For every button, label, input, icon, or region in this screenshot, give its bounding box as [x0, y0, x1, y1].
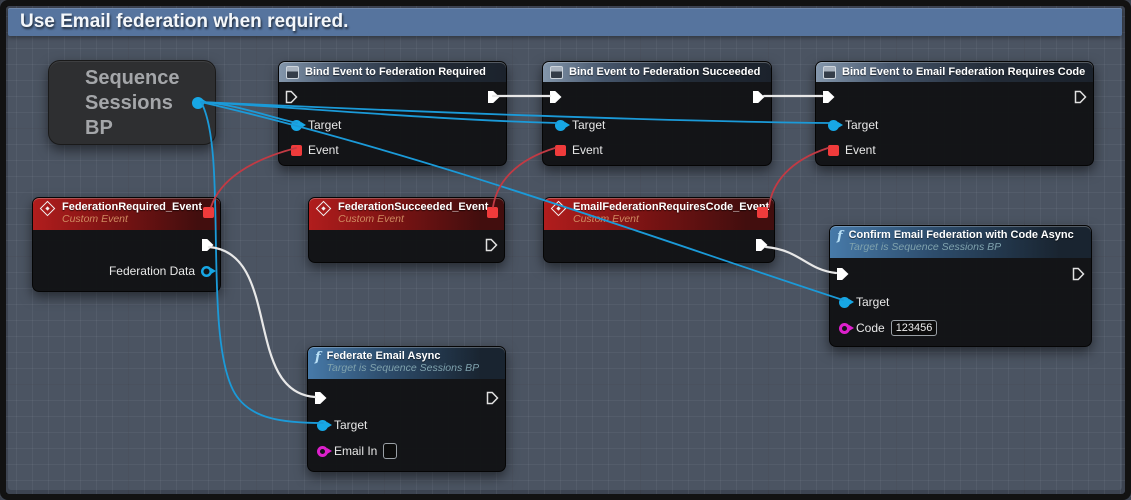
node-title: FederationSucceeded_Event	[338, 201, 489, 213]
comment-title: Use Email federation when required.	[20, 11, 349, 32]
delegate-output-pin[interactable]	[487, 207, 498, 218]
node-title: FederationRequired_Event	[62, 201, 202, 213]
delegate-output-pin[interactable]	[203, 207, 214, 218]
exec-output-pin[interactable]	[487, 90, 500, 104]
target-input-pin[interactable]	[828, 119, 843, 131]
node-title: Bind Event to Federation Required	[305, 66, 486, 78]
pin-label-target: Target	[845, 118, 879, 132]
custom-event-icon	[315, 200, 332, 217]
target-input-pin[interactable]	[291, 119, 306, 131]
pin-label-event: Event	[572, 143, 603, 157]
node-subtitle: Custom Event	[62, 213, 128, 225]
blueprint-graph-canvas[interactable]: Use Email federation when required. Sequ…	[0, 0, 1131, 500]
pin-label-code: Code	[856, 321, 885, 335]
event-delegate-input-pin[interactable]	[291, 144, 302, 156]
code-string-input-pin[interactable]	[839, 323, 854, 334]
exec-output-pin[interactable]	[1072, 267, 1085, 281]
node-subtitle: Custom Event	[573, 213, 639, 225]
target-input-pin[interactable]	[317, 419, 332, 431]
exec-output-pin[interactable]	[485, 238, 498, 252]
node-title: Bind Event to Email Federation Requires …	[842, 66, 1086, 78]
event-delegate-input-pin[interactable]	[828, 144, 839, 156]
pin-label-target: Target	[334, 418, 368, 432]
node-bind-event-to-federation-succeeded[interactable]: Bind Event to Federation Succeeded Targe…	[542, 61, 772, 166]
node-confirm-email-federation-with-code-async[interactable]: f Confirm Email Federation with Code Asy…	[829, 225, 1092, 347]
bind-event-icon	[823, 65, 836, 79]
node-sequence-sessions-bp[interactable]: Sequence Sessions BP	[48, 60, 216, 145]
pin-label-federation-data: Federation Data	[108, 264, 195, 278]
bind-event-icon	[286, 65, 299, 79]
node-email-federation-requires-code-event[interactable]: EmailFederationRequiresCode_Event Custom…	[543, 197, 775, 263]
pin-label-event: Event	[308, 143, 339, 157]
node-header: f Federate Email Async Target is Sequenc…	[308, 347, 505, 379]
custom-event-icon	[550, 200, 567, 217]
federation-data-output-pin[interactable]	[201, 266, 216, 277]
node-header: Bind Event to Email Federation Requires …	[816, 62, 1093, 82]
exec-output-pin[interactable]	[486, 391, 499, 405]
node-federation-succeeded-event[interactable]: FederationSucceeded_Event Custom Event	[308, 197, 505, 263]
node-subtitle: Target is Sequence Sessions BP	[326, 362, 480, 374]
pin-label-target: Target	[308, 118, 342, 132]
exec-input-pin[interactable]	[549, 90, 562, 104]
delegate-output-pin[interactable]	[757, 207, 768, 218]
bind-event-icon	[550, 65, 563, 79]
exec-input-pin[interactable]	[822, 90, 835, 104]
target-input-pin[interactable]	[839, 296, 854, 308]
node-federate-email-async[interactable]: f Federate Email Async Target is Sequenc…	[307, 346, 506, 472]
pin-label-target: Target	[572, 118, 606, 132]
code-input-field[interactable]: 123456	[890, 320, 938, 336]
comment-box-titlebar[interactable]: Use Email federation when required.	[8, 8, 1122, 36]
email-input-field[interactable]	[383, 443, 398, 459]
pin-label-event: Event	[845, 143, 876, 157]
node-header: EmailFederationRequiresCode_Event Custom…	[544, 198, 774, 230]
exec-output-pin[interactable]	[201, 238, 214, 252]
object-output-pin[interactable]	[192, 97, 207, 109]
node-title: EmailFederationRequiresCode_Event	[573, 201, 770, 213]
exec-input-pin[interactable]	[836, 267, 849, 281]
pin-label-target: Target	[856, 295, 890, 309]
function-icon: f	[837, 229, 843, 244]
node-bind-event-to-federation-required[interactable]: Bind Event to Federation Required Target…	[278, 61, 507, 166]
email-in-string-input-pin[interactable]	[317, 446, 332, 457]
exec-output-pin[interactable]	[752, 90, 765, 104]
node-title: Sequence Sessions BP	[85, 67, 180, 139]
exec-input-pin[interactable]	[285, 90, 298, 104]
function-icon: f	[315, 350, 321, 365]
node-header: Bind Event to Federation Succeeded	[543, 62, 771, 82]
custom-event-icon	[39, 200, 56, 217]
node-subtitle: Custom Event	[338, 213, 404, 225]
node-title: Bind Event to Federation Succeeded	[569, 66, 761, 78]
node-title: Confirm Email Federation with Code Async	[848, 229, 1074, 241]
exec-output-pin[interactable]	[1074, 90, 1087, 104]
pin-label-email-in: Email In	[334, 444, 378, 458]
exec-output-pin[interactable]	[755, 238, 768, 252]
node-header: FederationSucceeded_Event Custom Event	[309, 198, 504, 230]
event-delegate-input-pin[interactable]	[555, 144, 566, 156]
exec-input-pin[interactable]	[314, 391, 327, 405]
node-header: Bind Event to Federation Required	[279, 62, 506, 82]
node-header: f Confirm Email Federation with Code Asy…	[830, 226, 1091, 258]
target-input-pin[interactable]	[555, 119, 570, 131]
node-title: Federate Email Async	[326, 350, 441, 362]
node-header: FederationRequired_Event Custom Event	[33, 198, 220, 230]
node-subtitle: Target is Sequence Sessions BP	[848, 241, 1002, 253]
node-bind-event-to-email-federation-requires-code[interactable]: Bind Event to Email Federation Requires …	[815, 61, 1094, 166]
node-federation-required-event[interactable]: FederationRequired_Event Custom Event Fe…	[32, 197, 221, 292]
